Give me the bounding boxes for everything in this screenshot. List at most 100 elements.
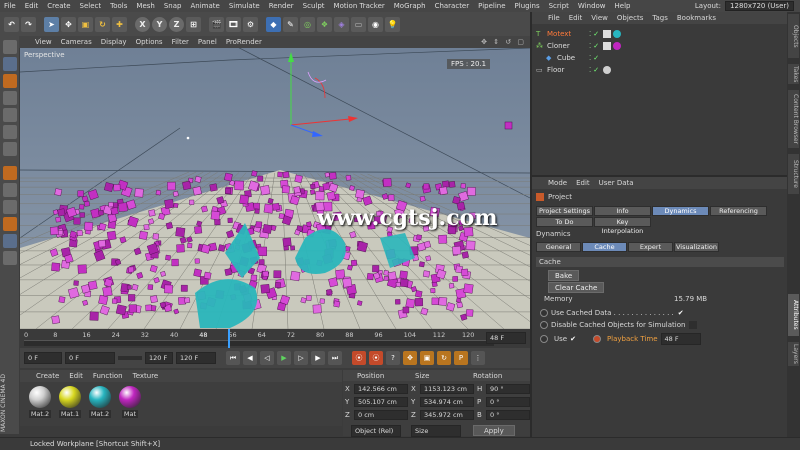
enable-check-icon[interactable]: ✓ — [593, 54, 599, 62]
menu-item-script[interactable]: Script — [549, 2, 569, 10]
material-menu-create[interactable]: Create — [36, 372, 59, 380]
menu-item-help[interactable]: Help — [615, 2, 631, 10]
use-checkbox[interactable]: ✔ — [570, 335, 576, 343]
material-menu-edit[interactable]: Edit — [69, 372, 83, 380]
menu-item-mesh[interactable]: Mesh — [136, 2, 154, 10]
y-axis-button[interactable]: Y — [152, 16, 167, 32]
object-name[interactable]: Floor — [547, 66, 589, 74]
make-editable-icon[interactable] — [2, 40, 17, 54]
cloner-icon[interactable]: ❖ — [317, 16, 332, 32]
timeline-playhead[interactable] — [228, 329, 230, 348]
previous-frame-icon[interactable]: ◁ — [260, 351, 274, 365]
use-cached-checkbox[interactable]: ✔ — [678, 309, 684, 317]
cube-object-icon[interactable]: ◆ — [266, 16, 281, 32]
end-frame-field[interactable]: 120 F — [176, 352, 216, 364]
timeline-ruler[interactable]: 0 8 16 24 32 40 48 56 64 72 80 88 96 104 112 120 48 F — [20, 329, 530, 348]
side-tab-structure[interactable]: Structure — [788, 154, 799, 194]
viewport-menu-filter[interactable]: Filter — [172, 38, 189, 46]
tag-icon[interactable] — [603, 29, 612, 38]
side-tab-attributes[interactable]: Attributes — [788, 294, 799, 336]
menu-item-tools[interactable]: Tools — [110, 2, 127, 10]
object-row[interactable]: T Motext ⁚ ✓ — [536, 28, 622, 39]
planar-workplane-icon[interactable] — [2, 234, 17, 248]
use-playback-row[interactable]: Use ✔ Playback Time 48 F — [540, 333, 701, 345]
viewport-menu-options[interactable]: Options — [136, 38, 163, 46]
animate-dot-icon[interactable] — [540, 335, 548, 343]
min-frame-field[interactable]: 0 F — [65, 352, 115, 364]
redo-icon[interactable]: ↷ — [21, 16, 36, 32]
solo-icon[interactable] — [2, 251, 17, 265]
undo-icon[interactable]: ↶ — [4, 16, 19, 32]
keyframe-dot-icon[interactable] — [592, 335, 601, 343]
size-field[interactable]: 1153.123 cm — [420, 384, 474, 394]
subtab-cache[interactable]: Cache — [582, 242, 627, 252]
start-frame-field[interactable]: 0 F — [24, 352, 62, 364]
pen-spline-icon[interactable]: ✎ — [283, 16, 298, 32]
object-name[interactable]: Motext — [547, 30, 589, 38]
material-slot[interactable]: Mat.2 — [88, 386, 112, 418]
material-tag-icon[interactable] — [613, 41, 622, 50]
key-scale-icon[interactable]: ▣ — [420, 351, 434, 365]
viewport-menu-view[interactable]: View — [35, 38, 52, 46]
play-icon[interactable]: ▶ — [277, 351, 291, 365]
viewport-nav-icons[interactable]: ✥ ⇕ ↺ ▢ — [481, 38, 526, 46]
menu-item-pipeline[interactable]: Pipeline — [478, 2, 505, 10]
object-row[interactable]: ▭ Floor ⁚ ✓ — [536, 64, 612, 75]
subtab-expert[interactable]: Expert — [628, 242, 673, 252]
key-rotation-icon[interactable]: ↻ — [437, 351, 451, 365]
material-menu-texture[interactable]: Texture — [133, 372, 159, 380]
object-row[interactable]: ⁂ Cloner ⁚ ✓ — [536, 40, 622, 51]
side-tab-layers[interactable]: Layers — [788, 342, 799, 366]
tab-project-settings[interactable]: Project Settings — [536, 206, 593, 216]
tag-icon[interactable] — [603, 41, 612, 50]
render-settings-icon[interactable]: ⚙ — [243, 16, 258, 32]
material-preview[interactable] — [29, 386, 51, 408]
tweak-mode-icon[interactable] — [2, 183, 17, 197]
material-preview[interactable] — [119, 386, 141, 408]
subtab-visualization[interactable]: Visualization — [674, 242, 719, 252]
layout-selector[interactable]: Layout: 1280x720 (User) — [695, 1, 794, 11]
object-menu-tags[interactable]: Tags — [652, 14, 668, 22]
size-field[interactable]: 534.974 cm — [420, 397, 474, 407]
scale-tool-icon[interactable]: ▣ — [78, 16, 93, 32]
playback-time-field[interactable]: 48 F — [660, 333, 701, 345]
autokey-icon[interactable]: ⦿ — [369, 351, 383, 365]
enable-check-icon[interactable]: ✓ — [593, 30, 599, 38]
material-slot[interactable]: Mat — [118, 386, 142, 418]
material-tag-icon[interactable] — [613, 29, 622, 38]
object-row[interactable]: ◆ Cube ⁚ ✓ — [546, 52, 603, 63]
tab-key-interpolation[interactable]: Key Interpolation — [594, 217, 651, 235]
axis-mode-icon[interactable] — [2, 166, 17, 180]
visibility-dots-icon[interactable]: ⁚ — [589, 66, 591, 74]
move-tool-icon[interactable]: ✥ — [61, 16, 76, 32]
edges-mode-icon[interactable] — [2, 125, 17, 139]
menu-item-plugins[interactable]: Plugins — [515, 2, 540, 10]
key-position-icon[interactable]: ✥ — [403, 351, 417, 365]
current-frame-field[interactable]: 48 F — [486, 332, 526, 344]
disable-cached-row[interactable]: Disable Cached Objects for Simulation — [540, 321, 698, 329]
menu-item-window[interactable]: Window — [578, 2, 606, 10]
object-name[interactable]: Cloner — [547, 42, 589, 50]
menu-item-render[interactable]: Render — [269, 2, 294, 10]
next-key-icon[interactable]: ▶ — [311, 351, 325, 365]
menu-item-mograph[interactable]: MoGraph — [394, 2, 426, 10]
record-active-icon[interactable]: ⦿ — [352, 351, 366, 365]
size-field[interactable]: 345.972 cm — [420, 410, 474, 420]
select-tool-icon[interactable]: ➤ — [44, 16, 59, 32]
go-to-end-icon[interactable]: ⏭ — [328, 351, 342, 365]
menu-item-file[interactable]: File — [4, 2, 16, 10]
visibility-dots-icon[interactable]: ⁚ — [589, 54, 591, 62]
position-field[interactable]: 142.566 cm — [354, 384, 408, 394]
menu-item-edit[interactable]: Edit — [25, 2, 39, 10]
tab-info[interactable]: Info — [594, 206, 651, 216]
object-menu-file[interactable]: File — [548, 14, 560, 22]
position-field[interactable]: 505.107 cm — [354, 397, 408, 407]
apply-button[interactable]: Apply — [473, 425, 515, 436]
material-preview[interactable] — [89, 386, 111, 408]
animate-dot-icon[interactable] — [540, 309, 548, 317]
model-mode-icon[interactable] — [2, 57, 17, 71]
viewport-perspective[interactable]: Perspective FPS : 20.1 www.cgtsj.com — [20, 48, 530, 329]
enable-check-icon[interactable]: ✓ — [593, 42, 599, 50]
material-preview[interactable] — [59, 386, 81, 408]
camera-icon[interactable]: ◉ — [368, 16, 383, 32]
